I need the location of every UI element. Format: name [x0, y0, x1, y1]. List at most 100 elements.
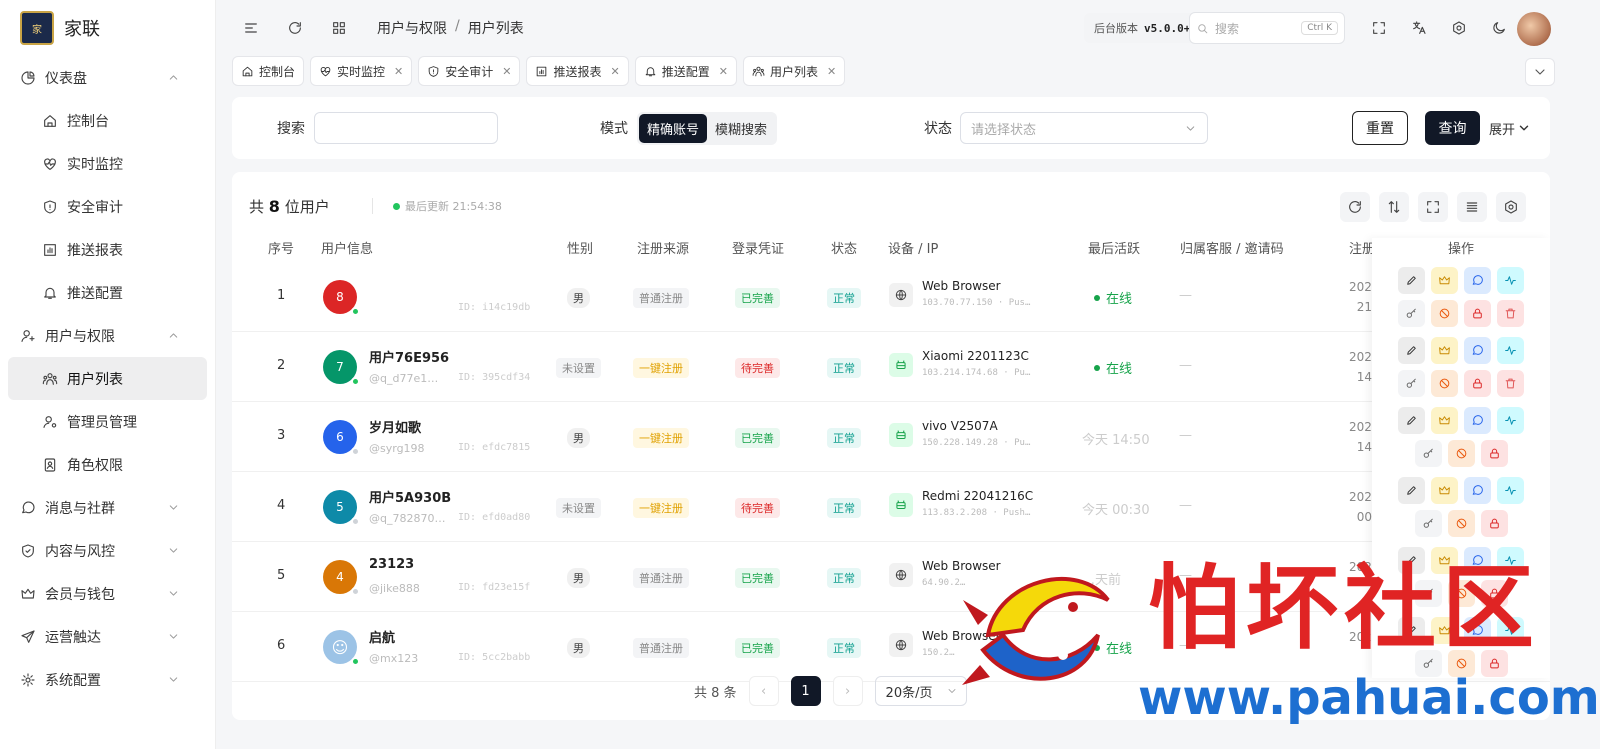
user-name[interactable]: 用户76E956	[369, 347, 449, 366]
crown-icon[interactable]	[1431, 477, 1458, 504]
user-avatar[interactable]	[1517, 12, 1551, 46]
tab[interactable]: 推送报表 ✕	[526, 56, 629, 86]
edit-icon[interactable]	[1398, 337, 1425, 364]
table-row[interactable]: 1 8 ID: i14c19db 男 普通注册 已完善 正常 Web Browser 103.7…	[232, 262, 1550, 332]
table-row[interactable]: 4 5 用户5A930B @q_782870… ID: efd0ad80 未设置 一键注册 待…	[232, 472, 1550, 542]
close-icon[interactable]: ✕	[502, 65, 511, 78]
activity-icon[interactable]	[1497, 267, 1524, 294]
fullscreen-icon[interactable]	[1418, 192, 1448, 222]
page-button[interactable]: 1	[790, 676, 821, 706]
close-icon[interactable]: ✕	[719, 65, 728, 78]
translate-icon[interactable]	[1403, 12, 1435, 44]
column-settings-icon[interactable]	[1496, 192, 1526, 222]
brand[interactable]: 家 家联	[0, 0, 215, 56]
prev-page-button[interactable]: ‹	[748, 676, 779, 706]
ban-icon[interactable]	[1447, 440, 1475, 467]
expand-toggle[interactable]: 展开	[1489, 119, 1531, 138]
sidebar-item[interactable]: 系统配置	[8, 658, 207, 701]
refresh-icon[interactable]	[1340, 192, 1370, 222]
sidebar-item[interactable]: 角色权限	[8, 443, 207, 486]
lock-icon[interactable]	[1480, 440, 1508, 467]
breadcrumb-item[interactable]: 用户与权限	[377, 18, 447, 38]
grid-icon[interactable]	[321, 10, 357, 46]
activity-icon[interactable]	[1497, 477, 1524, 504]
key-icon[interactable]	[1414, 510, 1442, 537]
mode-exact-option[interactable]: 精确账号	[639, 113, 708, 143]
avatar[interactable]: 5	[323, 490, 360, 526]
reset-button[interactable]: 重置	[1352, 111, 1408, 145]
ban-icon[interactable]	[1447, 510, 1475, 537]
avatar[interactable]: 8	[323, 280, 360, 316]
avatar[interactable]: ☺	[323, 630, 360, 666]
tab[interactable]: 推送配置 ✕	[634, 56, 737, 86]
chevron-down-icon[interactable]	[1525, 58, 1555, 86]
moon-icon[interactable]	[1483, 12, 1515, 44]
density-icon[interactable]	[1457, 192, 1487, 222]
chat-icon[interactable]	[1464, 337, 1491, 364]
close-icon[interactable]: ✕	[827, 65, 836, 78]
avatar[interactable]: 4	[323, 560, 360, 596]
lock-icon[interactable]	[1480, 510, 1508, 537]
trash-icon[interactable]	[1497, 370, 1524, 397]
next-page-button[interactable]: ›	[832, 676, 863, 706]
chat-icon[interactable]	[1464, 267, 1491, 294]
sidebar-item[interactable]: 管理员管理	[8, 400, 207, 443]
sidebar-item[interactable]: 内容与风控	[8, 529, 207, 572]
user-name[interactable]: 23123	[369, 557, 414, 572]
global-search[interactable]: 搜索 Ctrl K	[1189, 12, 1345, 44]
close-icon[interactable]: ✕	[611, 65, 620, 78]
user-name[interactable]: 用户5A930B	[369, 487, 451, 506]
ban-icon[interactable]	[1431, 370, 1458, 397]
tab[interactable]: 用户列表 ✕	[742, 56, 846, 86]
close-icon[interactable]: ✕	[394, 65, 403, 78]
ban-icon[interactable]	[1431, 300, 1458, 327]
sidebar-item[interactable]: 运营触达	[8, 615, 207, 658]
crown-icon[interactable]	[1431, 267, 1458, 294]
key-icon[interactable]	[1398, 300, 1425, 327]
crown-icon[interactable]	[1431, 407, 1458, 434]
table-row[interactable]: 3 6 岁月如歌 @syrg198 ID: efdc7815 男 一键注册 已完善 正常 vivo…	[232, 402, 1550, 472]
crown-icon[interactable]	[1431, 337, 1458, 364]
key-icon[interactable]	[1398, 370, 1425, 397]
user-name[interactable]: 启航	[369, 627, 395, 646]
activity-icon[interactable]	[1497, 337, 1524, 364]
chat-icon[interactable]	[1464, 477, 1491, 504]
sidebar-item[interactable]: 实时监控	[8, 142, 207, 185]
lock-icon[interactable]	[1464, 370, 1491, 397]
edit-icon[interactable]	[1398, 407, 1425, 434]
fullscreen-icon[interactable]	[1363, 12, 1395, 44]
activity-icon[interactable]	[1497, 407, 1524, 434]
user-name[interactable]: 岁月如歌	[369, 417, 421, 436]
sidebar-item[interactable]: 会员与钱包	[8, 572, 207, 615]
search-input[interactable]	[314, 112, 498, 144]
tab[interactable]: 控制台	[232, 56, 305, 86]
query-button[interactable]: 查询	[1425, 111, 1480, 145]
sidebar-item[interactable]: 安全审计	[8, 185, 207, 228]
table-row[interactable]: 2 7 用户76E956 @q_d77e1… ID: 395cdf34 未设置 一键注册 待完…	[232, 332, 1550, 402]
mode-fuzzy-option[interactable]: 模糊搜索	[707, 114, 775, 143]
sort-icon[interactable]	[1379, 192, 1409, 222]
sidebar-item[interactable]: 用户与权限	[8, 314, 207, 357]
trash-icon[interactable]	[1497, 300, 1524, 327]
settings-hex-icon[interactable]	[1443, 12, 1475, 44]
sidebar-item[interactable]: 推送报表	[8, 228, 207, 271]
key-icon[interactable]	[1414, 440, 1442, 467]
sidebar-item[interactable]: 推送配置	[8, 271, 207, 314]
avatar[interactable]: 7	[323, 350, 360, 386]
edit-icon[interactable]	[1398, 267, 1425, 294]
status-select[interactable]: 请选择状态	[960, 112, 1208, 144]
sidebar-item-label: 运营触达	[45, 629, 101, 646]
sidebar-item[interactable]: 仪表盘	[8, 56, 207, 99]
sidebar-item[interactable]: 消息与社群	[8, 486, 207, 529]
refresh-icon[interactable]	[277, 10, 313, 46]
avatar[interactable]: 6	[323, 420, 360, 456]
tab[interactable]: 实时监控 ✕	[310, 56, 413, 86]
edit-icon[interactable]	[1398, 477, 1425, 504]
sidebar-item[interactable]: 控制台	[8, 99, 207, 142]
sidebar-item[interactable]: 用户列表	[8, 357, 207, 400]
page-size-select[interactable]: 20条/页	[874, 676, 967, 706]
menu-toggle-icon[interactable]	[233, 10, 269, 46]
tab[interactable]: 安全审计 ✕	[418, 56, 521, 86]
lock-icon[interactable]	[1464, 300, 1491, 327]
chat-icon[interactable]	[1464, 407, 1491, 434]
